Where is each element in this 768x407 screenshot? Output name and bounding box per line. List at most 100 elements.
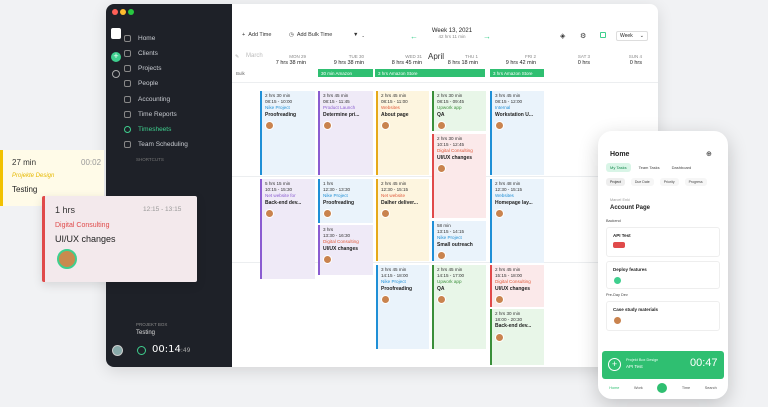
avatar	[323, 255, 332, 265]
time-entry[interactable]: 3 hrs 45 min 08:15 - 12:00 Internal Worksta…	[490, 91, 544, 175]
time-entry[interactable]: 3 hrs 45 min 08:15 - 11:45 Product Launch D…	[318, 91, 373, 175]
task-card[interactable]: Deploy features	[606, 261, 720, 289]
timer-display: 00:14:49	[152, 344, 191, 355]
add-icon[interactable]: +	[111, 52, 121, 62]
target-icon[interactable]: ◈	[560, 32, 565, 40]
timer-clock-icon[interactable]	[137, 346, 146, 355]
add-time-button[interactable]: + Add Time	[242, 32, 271, 38]
timer-task: Testing	[136, 330, 156, 336]
sidebar-item-time-reports[interactable]: Time Reports	[124, 107, 228, 122]
add-icon[interactable]: ⊕	[706, 150, 712, 158]
settings-icon[interactable]: ⚙	[580, 32, 586, 40]
day-hours: 0 hrs	[577, 60, 590, 66]
day-header: MON 29	[289, 54, 306, 59]
sidebar-item-timesheets[interactable]: Timesheets	[124, 122, 228, 137]
gear-icon[interactable]: ✎	[235, 54, 239, 60]
sidebar-item-team-scheduling[interactable]: Team Scheduling	[124, 137, 228, 152]
time-entry[interactable]: 2 hrs 45 min 08:15 - 11:00 Websites About p…	[376, 91, 429, 175]
sidebar-item-people[interactable]: People	[124, 76, 228, 91]
tab-dashboard[interactable]: Dashboard	[668, 163, 696, 172]
avatar	[613, 276, 622, 285]
avatar	[323, 121, 332, 131]
tab-team-tasks[interactable]: Team Tasks	[635, 163, 664, 172]
time-entry[interactable]: 5 hrs 15 min 10:15 - 15:30 Net website for…	[260, 179, 315, 279]
day-header: THU 1	[464, 54, 478, 59]
day-hours: 9 hrs 38 min	[333, 60, 364, 66]
avatar	[613, 316, 622, 325]
task-card[interactable]: Case study materials	[606, 301, 720, 331]
time-entry[interactable]: 2 hrs 30 min 10:15 - 12:45 Digital Consult…	[432, 134, 486, 218]
time-entry[interactable]: 58 min 13:15 - 14:15 Nike Project Small out…	[432, 221, 486, 261]
prev-week-arrow[interactable]: ←	[410, 32, 418, 41]
sidebar-item-home[interactable]: Home	[124, 31, 228, 46]
maximize-window-dot[interactable]	[128, 9, 134, 15]
floating-entry-card[interactable]: 1 hrs 12:15 - 13:15 Digital Consulting U…	[42, 196, 197, 282]
search-icon[interactable]	[112, 70, 120, 78]
nav-add-icon[interactable]	[657, 383, 668, 393]
week-selector[interactable]: Week 13, 2021 42 hrs 11 min	[422, 28, 482, 39]
tab-my-tasks[interactable]: My Tasks	[606, 163, 631, 172]
day-header: SAT 3	[577, 54, 590, 59]
task-card[interactable]: API Test	[606, 227, 720, 257]
time-entry[interactable]: 2 hrs 48 min 12:30 - 15:15 Websites Homepag…	[490, 179, 544, 263]
sidebar-item-clients[interactable]: Clients	[124, 46, 228, 61]
sidebar-item-projects[interactable]: Projects	[124, 61, 228, 76]
add-bulk-time-button[interactable]: ◷ Add Bulk Time	[289, 32, 332, 38]
bulk-bar[interactable]: 3 hrs Amazon Store	[490, 69, 544, 77]
bulk-bar[interactable]: 3 hrs Amazon Store	[375, 69, 485, 77]
phone-timer-bar[interactable]: + Projekt Box Design API Test 00:47	[602, 351, 724, 379]
sidebar: + Home Clients Projects People Accountin…	[106, 4, 232, 367]
play-icon[interactable]: +	[608, 358, 621, 371]
avatar	[495, 121, 504, 131]
avatar[interactable]	[112, 345, 123, 356]
subtab-due-date[interactable]: Due Date	[630, 178, 654, 186]
time-entry[interactable]: 3 hrs 45 min 14:15 - 18:00 Nike Project Pro…	[376, 265, 429, 349]
minimize-window-dot[interactable]	[120, 9, 126, 15]
next-week-arrow[interactable]: →	[483, 32, 491, 41]
bulk-row-label: Bulk	[236, 71, 245, 76]
close-window-dot[interactable]	[112, 9, 118, 15]
sidebar-item-accounting[interactable]: Accounting	[124, 92, 228, 107]
avatar	[495, 333, 504, 343]
calendar-view-icon[interactable]	[600, 32, 606, 38]
subtab-project[interactable]: Project	[606, 178, 625, 186]
clock-icon	[124, 126, 131, 133]
nav-search[interactable]: Search	[705, 386, 717, 390]
bulk-bar[interactable]: 30 min Amazon	[318, 69, 373, 77]
nav-home[interactable]: Home	[609, 386, 619, 390]
time-entry[interactable]: 2 hrs 30 min 18:00 - 20:30 Back-end dev...	[490, 309, 544, 365]
timesheet-main: + Add Time ◷ Add Bulk Time ▼ ⌄ ← Week 13, 2…	[232, 4, 658, 367]
day-hours: 7 hrs 38 min	[275, 60, 306, 66]
time-entry[interactable]: 2 hrs 30 min 08:15 - 10:00 Nike Project Pro…	[260, 91, 315, 175]
time-entry[interactable]: 2 hrs 45 min 14:15 - 17:00 Upwork app QA	[432, 265, 486, 349]
chevron-down-icon: ⌄	[361, 32, 365, 38]
day-header: SUN 4	[628, 54, 642, 59]
time-entry[interactable]: 3 hrs 13:30 - 16:30 Digital Consulting UI/U…	[318, 225, 373, 275]
calendar-icon	[124, 141, 131, 148]
day-hours: 0 hrs	[629, 60, 642, 66]
avatar	[437, 164, 446, 174]
filter-button[interactable]: ▼ ⌄	[353, 32, 365, 38]
view-select[interactable]: Week ⌄	[616, 31, 648, 41]
subtab-priority[interactable]: Priority	[659, 178, 679, 186]
app-logo	[111, 28, 121, 39]
clock-icon: ◷	[289, 32, 294, 38]
phone-tabs: My Tasks Team Tasks Dashboard	[606, 163, 695, 172]
avatar	[57, 249, 77, 269]
week-hours: 42 hrs 11 min	[438, 34, 466, 39]
nav-time[interactable]: Time	[682, 386, 690, 390]
day-header: TUE 30	[348, 54, 364, 59]
avatar	[381, 121, 390, 131]
subtab-progress[interactable]: Progress	[684, 178, 707, 186]
time-entry[interactable]: 1 hrs 12:30 - 13:30 Nike Project Proofreadi…	[318, 179, 373, 223]
mobile-app: Home ⊕ My Tasks Team Tasks Dashboard Pro…	[598, 131, 728, 399]
time-entry[interactable]: 2 hrs 30 min 08:15 - 09:45 Upwork app QA	[432, 91, 486, 131]
filter-icon: ▼	[353, 32, 359, 38]
plus-icon: +	[242, 32, 246, 38]
account-page-heading: Account Page	[610, 205, 651, 211]
time-entry[interactable]: 2 hrs 45 min 12:30 - 15:15 Net website Dalh…	[376, 179, 429, 261]
desktop-window: + Home Clients Projects People Accountin…	[106, 4, 658, 367]
nav-work[interactable]: Work	[634, 386, 643, 390]
time-entry[interactable]: 2 hrs 45 min 15:15 - 18:00 Digital Consult…	[490, 265, 544, 307]
avatar	[437, 295, 446, 305]
